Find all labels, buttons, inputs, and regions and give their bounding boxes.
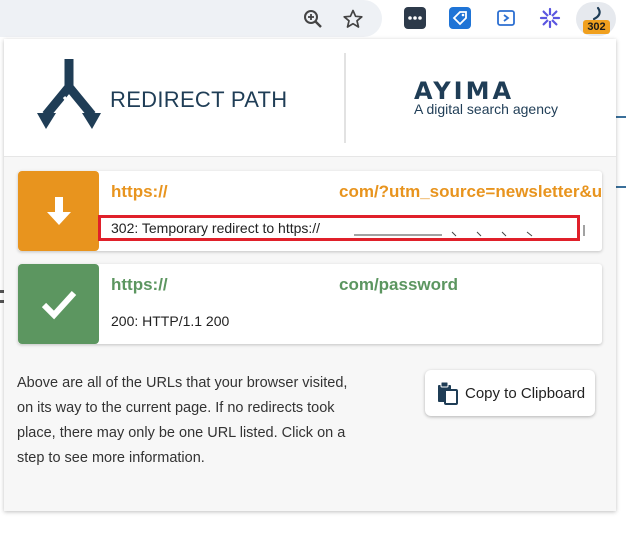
copy-to-clipboard-button[interactable]: Copy to Clipboard — [425, 370, 595, 416]
redirect-step-card[interactable]: https:// com/?utm_source=newsletter&u 30… — [18, 171, 602, 251]
step-url-start: https:// — [111, 275, 168, 294]
reader-extension-icon[interactable] — [495, 7, 517, 29]
redirect-path-logo — [34, 57, 104, 137]
step-status-text: 200: HTTP/1.1 200 — [111, 313, 230, 329]
redirect-step-icon-box — [18, 171, 99, 251]
checkmark-icon — [41, 290, 76, 320]
zoom-icon[interactable] — [301, 7, 325, 31]
step-url-end: com/?utm_source=newsletter&u — [339, 182, 602, 201]
status-highlight-box — [98, 215, 580, 241]
popup-header: REDIRECT PATH AYIMA A digital search age… — [4, 39, 616, 157]
final-step-icon-box — [18, 264, 99, 344]
sparkle-extension-icon[interactable] — [539, 7, 561, 29]
copy-button-label: Copy to Clipboard — [465, 384, 586, 402]
redirect-path-title: REDIRECT PATH — [110, 87, 288, 112]
browser-toolbar: 302 — [0, 0, 626, 37]
password-manager-extension-icon[interactable] — [404, 7, 426, 29]
redirect-path-popup: REDIRECT PATH AYIMA A digital search age… — [4, 39, 616, 511]
step-url-start: https:// — [111, 182, 168, 201]
redirect-arrows-icon — [37, 59, 101, 129]
header-divider — [344, 53, 346, 143]
clipboard-icon — [438, 381, 458, 405]
final-step-card[interactable]: https:// com/password 200: HTTP/1.1 200 — [18, 264, 602, 344]
step-url-end: com/password — [339, 275, 459, 294]
help-text: Above are all of the URLs that your brow… — [17, 375, 348, 466]
down-arrow-icon — [46, 197, 71, 225]
ayima-tagline: A digital search agency — [414, 101, 558, 117]
redirect-count-badge: 302 — [583, 20, 610, 34]
tag-extension-icon[interactable] — [449, 7, 471, 29]
bookmark-star-icon[interactable] — [341, 7, 365, 31]
